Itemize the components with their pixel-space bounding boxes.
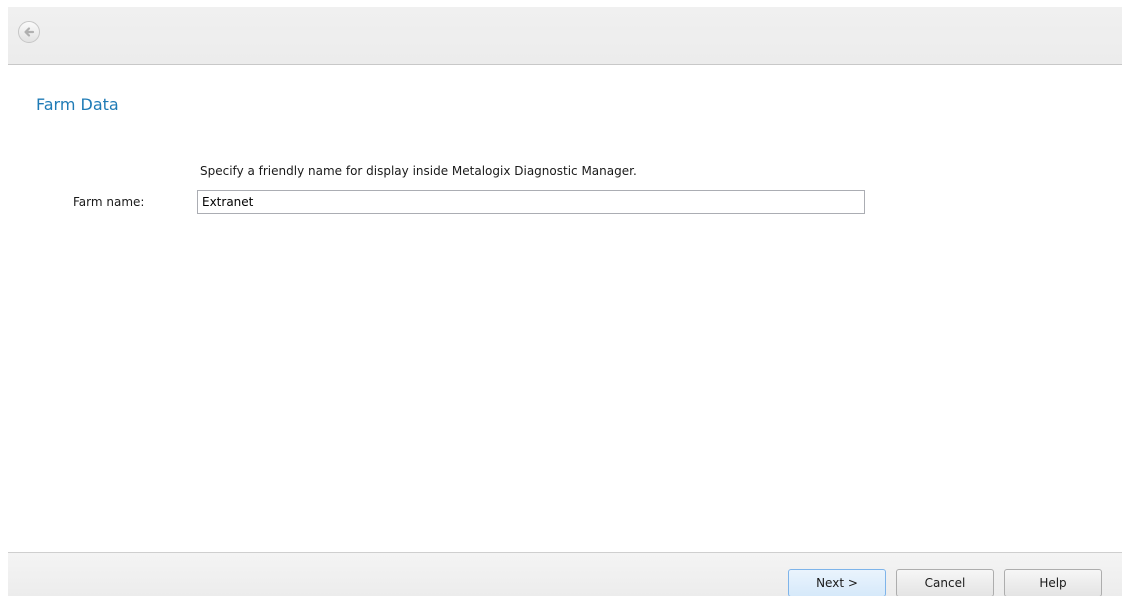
help-button[interactable]: Help	[1004, 569, 1102, 596]
next-button[interactable]: Next >	[788, 569, 886, 596]
wizard-window: Farm Data Specify a friendly name for di…	[0, 0, 1122, 596]
farm-name-label: Farm name:	[73, 195, 145, 209]
bottom-button-bar: Next > Cancel Help	[8, 552, 1122, 596]
page-title: Farm Data	[36, 95, 119, 114]
back-arrow-icon	[24, 27, 35, 37]
instruction-text: Specify a friendly name for display insi…	[200, 164, 637, 178]
top-navigation-bar	[8, 7, 1122, 65]
cancel-button[interactable]: Cancel	[896, 569, 994, 596]
back-button[interactable]	[18, 21, 40, 43]
farm-name-input[interactable]	[197, 190, 865, 214]
